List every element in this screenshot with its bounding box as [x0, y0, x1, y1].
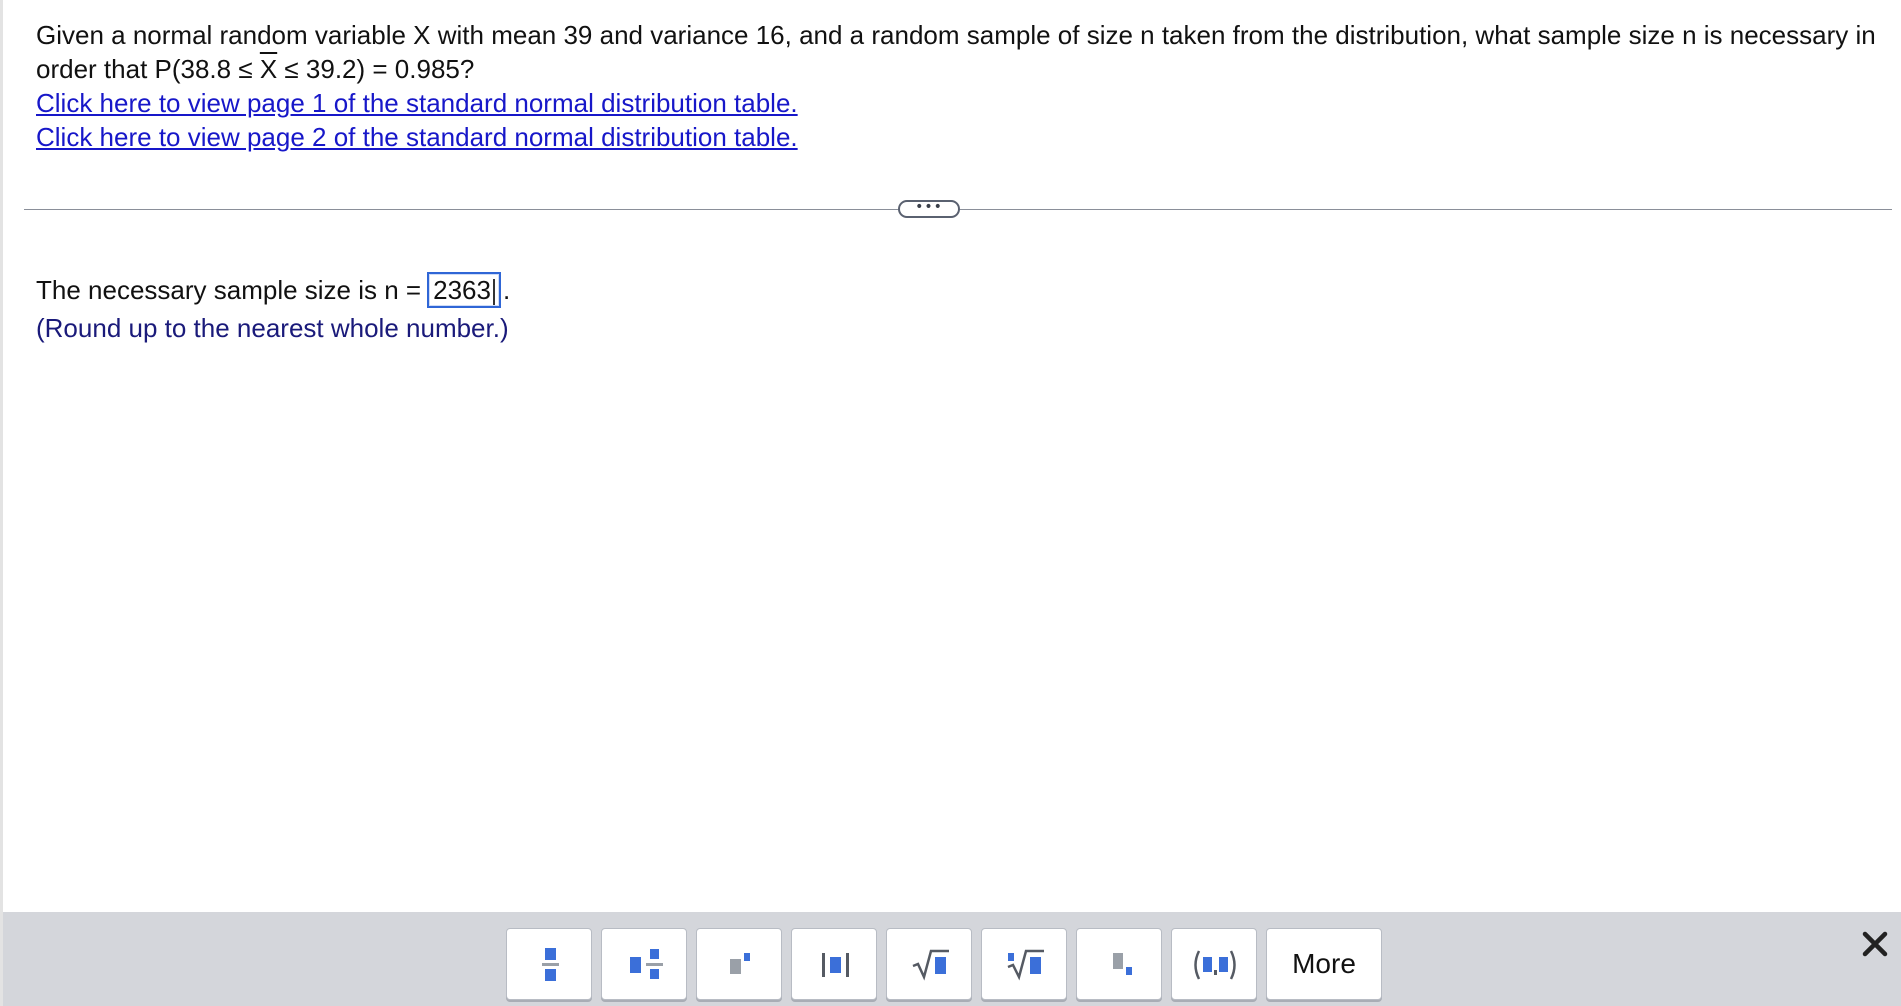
more-button[interactable]: More — [1266, 928, 1382, 1000]
answer-prefix: The necessary sample size is n = — [36, 275, 422, 305]
question-line-2: order that P(38.8 ≤ X ≤ 39.2) = 0.985? — [36, 52, 1886, 86]
x-bar-symbol: X — [259, 54, 278, 84]
subscript-button[interactable] — [1076, 928, 1162, 1000]
close-toolbar-button[interactable] — [1859, 928, 1891, 960]
answer-line: The necessary sample size is n = 2363 . — [36, 270, 510, 310]
question-text: Given a normal random variable X with me… — [36, 18, 1886, 154]
mixed-number-icon — [630, 949, 663, 979]
square-root-button[interactable] — [886, 928, 972, 1000]
normal-table-page-1-link[interactable]: Click here to view page 1 of the standar… — [36, 86, 1886, 120]
question-prob-prefix: order that P(38.8 ≤ — [36, 54, 260, 84]
sample-size-value: 2363 — [433, 275, 491, 305]
answer-suffix: . — [502, 275, 511, 305]
exponent-icon — [730, 953, 750, 974]
nth-root-button[interactable] — [981, 928, 1067, 1000]
absolute-value-icon — [822, 953, 849, 977]
left-border — [0, 0, 3, 1006]
expand-ellipsis-button[interactable]: ••• — [898, 200, 960, 218]
fraction-icon — [542, 948, 559, 981]
ordered-pair-button[interactable] — [1171, 928, 1257, 1000]
mixed-number-button[interactable] — [601, 928, 687, 1000]
subscript-icon — [1113, 953, 1132, 975]
math-toolbar: More — [3, 912, 1901, 1006]
nth-root-icon — [1007, 949, 1044, 981]
sample-size-input[interactable]: 2363 — [427, 272, 501, 308]
question-line-1: Given a normal random variable X with me… — [36, 20, 1876, 50]
fraction-button[interactable] — [506, 928, 592, 1000]
absolute-value-button[interactable] — [791, 928, 877, 1000]
square-root-icon — [912, 949, 949, 981]
ordered-pair-icon — [1194, 950, 1236, 980]
page: Given a normal random variable X with me… — [0, 0, 1901, 1006]
text-caret — [492, 279, 495, 306]
question-prob-suffix: ≤ 39.2) = 0.985? — [277, 54, 475, 84]
normal-table-page-2-link[interactable]: Click here to view page 2 of the standar… — [36, 120, 1886, 154]
close-icon — [1862, 931, 1888, 957]
exponent-button[interactable] — [696, 928, 782, 1000]
rounding-hint: (Round up to the nearest whole number.) — [36, 313, 509, 343]
